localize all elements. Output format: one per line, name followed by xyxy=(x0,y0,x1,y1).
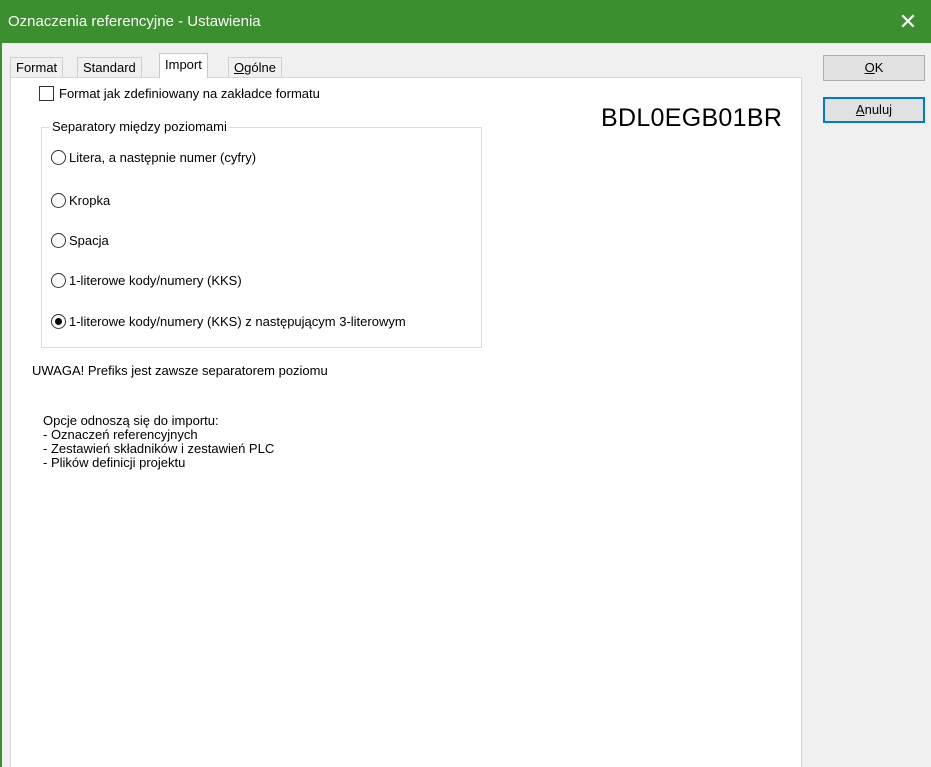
radio-kks[interactable]: 1-literowe kody/numery (KKS) xyxy=(51,273,242,288)
radio-kks-3letter[interactable]: 1-literowe kody/numery (KKS) z następują… xyxy=(51,314,406,329)
button-pane xyxy=(808,43,931,767)
radio-dot[interactable]: Kropka xyxy=(51,193,110,208)
radio-label: 1-literowe kody/numery (KKS) xyxy=(69,273,242,288)
import-options-info: Opcje odnoszą się do importu: - Oznaczeń… xyxy=(43,414,274,470)
tab-format[interactable]: Format xyxy=(10,57,64,77)
separator-group-legend: Separatory między poziomami xyxy=(50,119,229,134)
format-checkbox-label: Format jak zdefiniowany na zakładce form… xyxy=(59,85,320,101)
options-item: - Zestawień składników i zestawień PLC xyxy=(43,441,275,456)
options-heading: Opcje odnoszą się do importu: xyxy=(43,413,219,428)
window-border xyxy=(0,43,2,767)
radio-label: Spacja xyxy=(69,233,109,248)
tab-import[interactable]: Import xyxy=(159,53,208,78)
separator-groupbox: Separatory między poziomami Litera, a na… xyxy=(41,119,482,348)
radio-circle[interactable] xyxy=(51,150,66,165)
radio-circle-selected[interactable] xyxy=(51,314,66,329)
radio-label: Kropka xyxy=(69,193,111,208)
radio-label: 1-literowe kody/numery (KKS) z następują… xyxy=(69,314,406,329)
radio-letter-number[interactable]: Litera, a następnie numer (cyfry) xyxy=(51,150,256,165)
window-title: Oznaczenia referencyjne - Ustawienia xyxy=(8,13,261,30)
code-preview: BDL0EGB01BR xyxy=(601,104,783,132)
radio-circle[interactable] xyxy=(51,233,66,248)
title-bar: Oznaczenia referencyjne - Ustawienia ✕ xyxy=(0,0,931,43)
options-item: - Oznaczeń referencyjnych xyxy=(43,427,198,442)
tab-ogolne[interactable]: Ogólne xyxy=(228,57,282,77)
import-tab-panel: Format jak zdefiniowany na zakładce form… xyxy=(10,77,802,767)
radio-label: Litera, a następnie numer (cyfry) xyxy=(69,150,257,165)
cancel-button[interactable]: Anuluj xyxy=(823,97,925,123)
tab-standard[interactable]: Standard xyxy=(77,57,142,77)
checkbox-box[interactable] xyxy=(39,85,54,101)
ok-button[interactable]: OK xyxy=(823,55,925,81)
options-item: - Plików definicji projektu xyxy=(43,455,186,470)
format-checkbox[interactable]: Format jak zdefiniowany na zakładce form… xyxy=(39,84,320,102)
prefix-note: UWAGA! Prefiks jest zawsze separatorem p… xyxy=(32,363,328,378)
radio-circle[interactable] xyxy=(51,193,66,208)
radio-circle[interactable] xyxy=(51,273,66,288)
close-icon[interactable]: ✕ xyxy=(885,0,931,43)
radio-space[interactable]: Spacja xyxy=(51,233,109,248)
